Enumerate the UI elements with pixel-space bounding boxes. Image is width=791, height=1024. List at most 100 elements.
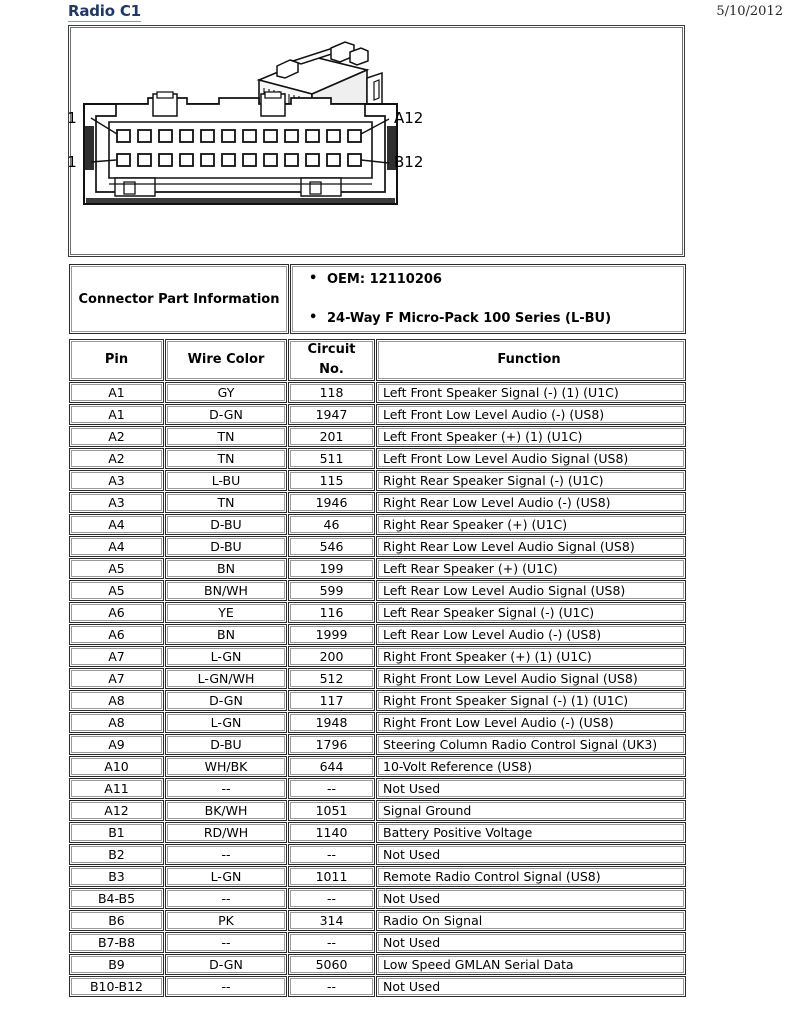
table-row: A7 L-GN/WH 512 Right Front Low Level Audio … — [69, 668, 686, 689]
cell-pin: B10-B12 — [69, 976, 164, 997]
table-row: A8 D-GN 117 Right Front Speaker Signal (-) … — [69, 690, 686, 711]
cell-circuit-no: -- — [288, 976, 375, 997]
cell-function: Left Front Low Level Audio Signal (US8) — [376, 448, 686, 469]
table-row: B9 D-GN 5060 Low Speed GMLAN Serial Data — [69, 954, 686, 975]
table-row: A2 TN 201 Left Front Speaker (+) (1) (U1C) — [69, 426, 686, 447]
cell-wire-color: BN/WH — [165, 580, 287, 601]
cell-circuit-no: 546 — [288, 536, 375, 557]
table-row: A1 D-GN 1947 Left Front Low Level Audio (-)… — [69, 404, 686, 425]
cell-pin: A6 — [69, 602, 164, 623]
cell-function: Right Rear Low Level Audio (-) (US8) — [376, 492, 686, 513]
table-row: A6 YE 116 Left Rear Speaker Signal (-) (U1C… — [69, 602, 686, 623]
cell-wire-color: WH/BK — [165, 756, 287, 777]
pin-table-body: Pin Wire Color Circuit No. Function A1 GY… — [69, 339, 686, 997]
column-header-pin: Pin — [69, 339, 164, 381]
cell-function: Not Used — [376, 844, 686, 865]
part-info-bullet-series: 24-Way F Micro-Pack 100 Series (L-BU) — [301, 310, 681, 326]
cell-circuit-no: 200 — [288, 646, 375, 667]
cell-circuit-no: 511 — [288, 448, 375, 469]
part-info-bullet-oem: OEM: 12110206 — [301, 271, 681, 287]
cell-circuit-no: 1140 — [288, 822, 375, 843]
cell-pin: A6 — [69, 624, 164, 645]
cell-wire-color: L-BU — [165, 470, 287, 491]
cell-pin: A4 — [69, 514, 164, 535]
table-row: A1 GY 118 Left Front Speaker Signal (-) (1)… — [69, 382, 686, 403]
cell-pin: A12 — [69, 800, 164, 821]
cell-circuit-no: 644 — [288, 756, 375, 777]
cell-wire-color: D-BU — [165, 514, 287, 535]
cell-circuit-no: 1948 — [288, 712, 375, 733]
cell-pin: B1 — [69, 822, 164, 843]
cell-circuit-no: 1946 — [288, 492, 375, 513]
diagram-label-a1: A1 — [69, 109, 77, 127]
cell-function: Signal Ground — [376, 800, 686, 821]
connector-part-information-table: Connector Part Information OEM: 12110206… — [68, 263, 687, 335]
connector-diagram-svg: A1 A12 B1 B12 — [69, 41, 423, 205]
cell-wire-color: D-GN — [165, 954, 287, 975]
cell-wire-color: PK — [165, 910, 287, 931]
table-row: B6 PK 314 Radio On Signal — [69, 910, 686, 931]
table-row: A12 BK/WH 1051 Signal Ground — [69, 800, 686, 821]
cell-pin: A1 — [69, 404, 164, 425]
column-header-function: Function — [376, 339, 686, 381]
cell-wire-color: -- — [165, 778, 287, 799]
cell-function: Right Front Low Level Audio (-) (US8) — [376, 712, 686, 733]
cell-pin: A2 — [69, 448, 164, 469]
cell-wire-color: TN — [165, 448, 287, 469]
cell-function: Left Rear Speaker Signal (-) (U1C) — [376, 602, 686, 623]
cell-pin: A7 — [69, 646, 164, 667]
cell-function: Right Front Speaker Signal (-) (1) (U1C) — [376, 690, 686, 711]
table-row: A2 TN 511 Left Front Low Level Audio Signal… — [69, 448, 686, 469]
table-row: A10 WH/BK 644 10-Volt Reference (US8) — [69, 756, 686, 777]
page-header: Radio C1 5/10/2012 — [0, 0, 791, 26]
cell-circuit-no: 46 — [288, 514, 375, 535]
cell-function: 10-Volt Reference (US8) — [376, 756, 686, 777]
table-row: B2 -- -- Not Used — [69, 844, 686, 865]
cell-circuit-no: -- — [288, 932, 375, 953]
cell-circuit-no: 1011 — [288, 866, 375, 887]
cell-function: Battery Positive Voltage — [376, 822, 686, 843]
table-row: A9 D-BU 1796 Steering Column Radio Control … — [69, 734, 686, 755]
diagram-label-b1: B1 — [69, 153, 77, 171]
cell-wire-color: D-GN — [165, 690, 287, 711]
cell-circuit-no: 201 — [288, 426, 375, 447]
cell-wire-color: L-GN/WH — [165, 668, 287, 689]
table-row: A3 L-BU 115 Right Rear Speaker Signal (-) (… — [69, 470, 686, 491]
table-row: A5 BN/WH 599 Left Rear Low Level Audio Sign… — [69, 580, 686, 601]
cell-wire-color: D-BU — [165, 536, 287, 557]
cell-pin: B3 — [69, 866, 164, 887]
cell-wire-color: L-GN — [165, 866, 287, 887]
cell-function: Right Rear Low Level Audio Signal (US8) — [376, 536, 686, 557]
cell-wire-color: L-GN — [165, 712, 287, 733]
part-info-label: Connector Part Information — [69, 264, 289, 334]
part-info-bullets: OEM: 12110206 24-Way F Micro-Pack 100 Se… — [290, 264, 686, 334]
connector-diagram-panel: A1 A12 B1 B12 — [68, 25, 685, 257]
cell-function: Right Rear Speaker (+) (U1C) — [376, 514, 686, 535]
cell-wire-color: -- — [165, 932, 287, 953]
cell-circuit-no: -- — [288, 778, 375, 799]
cell-function: Left Front Speaker Signal (-) (1) (U1C) — [376, 382, 686, 403]
connector-front-view — [83, 91, 398, 205]
cell-function: Right Front Speaker (+) (1) (U1C) — [376, 646, 686, 667]
column-header-circuit-no: Circuit No. — [288, 339, 375, 381]
cell-pin: A4 — [69, 536, 164, 557]
cell-wire-color: -- — [165, 976, 287, 997]
cell-circuit-no: 117 — [288, 690, 375, 711]
table-row: A7 L-GN 200 Right Front Speaker (+) (1) (U1… — [69, 646, 686, 667]
cell-function: Left Rear Low Level Audio Signal (US8) — [376, 580, 686, 601]
cell-function: Steering Column Radio Control Signal (UK… — [376, 734, 686, 755]
cell-wire-color: D-BU — [165, 734, 287, 755]
cell-wire-color: RD/WH — [165, 822, 287, 843]
cell-pin: A1 — [69, 382, 164, 403]
cell-function: Low Speed GMLAN Serial Data — [376, 954, 686, 975]
table-row: A3 TN 1946 Right Rear Low Level Audio (-) (… — [69, 492, 686, 513]
cell-pin: B6 — [69, 910, 164, 931]
cell-function: Radio On Signal — [376, 910, 686, 931]
document-date: 5/10/2012 — [716, 4, 783, 19]
cell-wire-color: GY — [165, 382, 287, 403]
cell-pin: A10 — [69, 756, 164, 777]
cell-pin: A7 — [69, 668, 164, 689]
cell-circuit-no: 599 — [288, 580, 375, 601]
table-row: B7-B8 -- -- Not Used — [69, 932, 686, 953]
cell-function: Right Rear Speaker Signal (-) (U1C) — [376, 470, 686, 491]
